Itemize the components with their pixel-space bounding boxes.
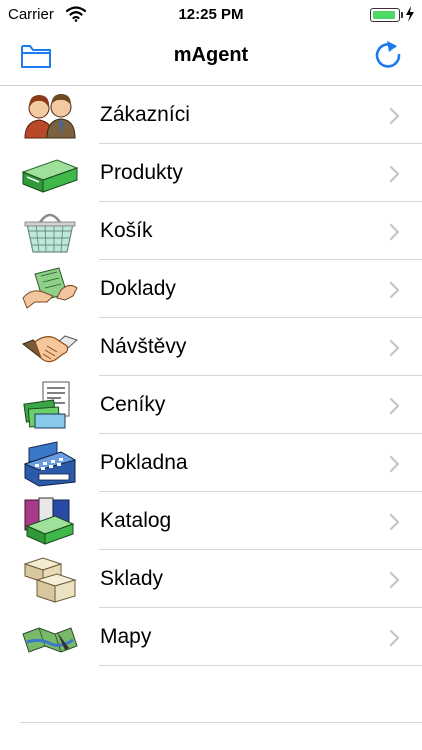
chevron-right-icon [389, 165, 401, 183]
menu-item-pokladna[interactable]: Pokladna [0, 434, 422, 492]
menu-item-produkty[interactable]: Produkty [0, 144, 422, 202]
products-icon [21, 148, 79, 198]
menu-item-label: Katalog [100, 509, 172, 532]
charging-bolt-icon [405, 6, 415, 26]
chevron-right-icon [389, 397, 401, 415]
row-separator [99, 665, 422, 666]
chevron-right-icon [389, 223, 401, 241]
chevron-right-icon [389, 513, 401, 531]
chevron-right-icon [389, 629, 401, 647]
basket-icon [21, 206, 79, 256]
menu-item-label: Ceníky [100, 393, 166, 416]
warehouse-boxes-icon [21, 554, 79, 604]
map-icon [21, 612, 79, 662]
status-time: 12:25 PM [178, 6, 244, 23]
battery-icon [370, 8, 400, 22]
menu-item-ceniky[interactable]: Ceníky [0, 376, 422, 434]
chevron-right-icon [389, 571, 401, 589]
menu-item-kosik[interactable]: Košík [0, 202, 422, 260]
customers-icon [21, 90, 79, 140]
navigation-bar: mAgent [0, 30, 422, 86]
menu-item-katalog[interactable]: Katalog [0, 492, 422, 550]
status-bar: Carrier 12:25 PM [0, 0, 422, 30]
page-title: mAgent [173, 44, 249, 66]
menu-item-label: Zákazníci [100, 103, 190, 126]
menu-item-label: Košík [100, 219, 153, 242]
refresh-button[interactable] [372, 39, 404, 73]
main-menu-list: Zákazníci Produkty Košík Doklady Návštěv… [0, 86, 422, 666]
price-list-icon [21, 380, 79, 430]
battery-level [373, 11, 395, 19]
menu-item-label: Mapy [100, 625, 152, 648]
catalog-icon [21, 496, 79, 546]
menu-item-mapy[interactable]: Mapy [0, 608, 422, 666]
documents-icon [21, 264, 79, 314]
chevron-right-icon [389, 281, 401, 299]
chevron-right-icon [389, 107, 401, 125]
menu-item-label: Pokladna [100, 451, 188, 474]
footer-divider [20, 722, 422, 723]
cash-register-icon [21, 438, 79, 488]
menu-item-label: Produkty [100, 161, 183, 184]
menu-item-label: Návštěvy [100, 335, 187, 358]
chevron-right-icon [389, 339, 401, 357]
chevron-right-icon [389, 455, 401, 473]
menu-item-sklady[interactable]: Sklady [0, 550, 422, 608]
handshake-icon [21, 322, 79, 372]
menu-item-navstevy[interactable]: Návštěvy [0, 318, 422, 376]
menu-item-doklady[interactable]: Doklady [0, 260, 422, 318]
menu-item-label: Sklady [100, 567, 164, 590]
menu-item-zakaznici[interactable]: Zákazníci [0, 86, 422, 144]
battery-tip [401, 12, 403, 18]
menu-item-label: Doklady [100, 277, 176, 300]
refresh-icon [375, 41, 401, 68]
